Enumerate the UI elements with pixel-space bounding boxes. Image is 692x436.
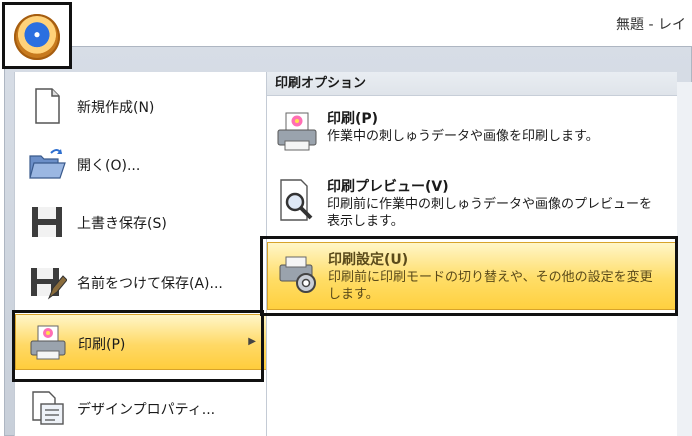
menu-item-label: 開く(O)... [77,158,141,174]
menu-item-open[interactable]: 開く(O)... [15,136,267,192]
menu-item-label: 新規作成(N) [77,100,155,116]
menu-item-design-properties[interactable]: デザインプロパティ... [15,380,267,436]
save-icon [32,207,62,237]
print-options-pane: 印刷オプション 印刷(P) 作業中の刺しゅうデータや画像を印刷します。 印刷プレ… [266,72,677,436]
menu-item-label: 印刷(P) [78,337,126,353]
menu-item-save[interactable]: 上書き保存(S) [15,194,267,250]
open-folder-icon [29,149,66,179]
print-icon [30,325,66,360]
option-title: 印刷プレビュー(V) [327,179,449,195]
menu-item-print[interactable]: 印刷(P) ▶ [15,314,267,370]
title-bar: 無題 - レイ [0,0,692,40]
design-properties-icon [32,391,64,425]
menu-item-label: デザインプロパティ... [77,402,216,418]
application-button-frame[interactable] [2,2,72,69]
submenu-arrow-icon: ▶ [248,336,256,347]
save-as-icon [31,268,67,300]
option-title: 印刷設定(U) [328,252,409,268]
option-print-settings[interactable]: 印刷設定(U) 印刷前に印刷モードの切り替えや、その他の設定を変更します。 [267,242,677,310]
window-title: 無題 - レイ [616,17,686,33]
option-description: 印刷前に印刷モードの切り替えや、その他の設定を変更します。 [328,270,653,302]
option-print-preview[interactable]: 印刷プレビュー(V) 印刷前に作業中の刺しゅうデータや画像のプレビューを表示しま… [267,170,677,238]
menu-item-new[interactable]: 新規作成(N) [15,78,267,134]
print-preview-icon [280,179,313,221]
document-area-edge [675,82,692,436]
print-icon [277,112,317,151]
option-description: 印刷前に作業中の刺しゅうデータや画像のプレビューを表示します。 [327,197,653,229]
option-print[interactable]: 印刷(P) 作業中の刺しゅうデータや画像を印刷します。 [267,102,677,158]
option-title: 印刷(P) [327,111,379,127]
new-document-icon [35,88,60,124]
application-menu-left-pane: 新規作成(N) 開く(O)... 上書き保存(S) 名前をつけて保存(A)... [14,72,267,436]
print-options-header: 印刷オプション [267,72,677,96]
menu-item-label: 名前をつけて保存(A)... [77,276,223,292]
application-orb-icon[interactable] [14,14,60,60]
menu-item-save-as[interactable]: 名前をつけて保存(A)... [15,254,267,310]
print-settings-icon [279,256,316,293]
menu-item-label: 上書き保存(S) [77,216,167,232]
option-description: 作業中の刺しゅうデータや画像を印刷します。 [327,129,599,144]
